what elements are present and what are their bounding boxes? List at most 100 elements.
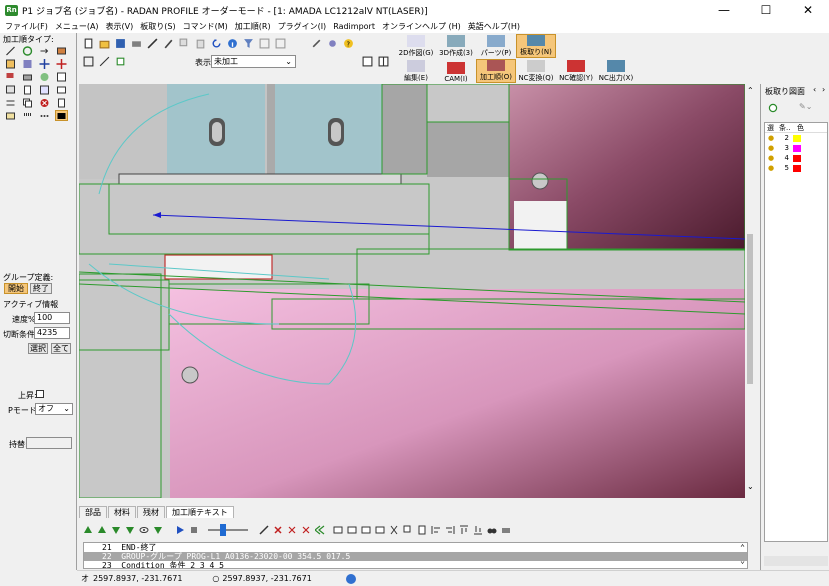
sun-tool-icon[interactable] — [38, 71, 51, 82]
all-button[interactable]: 全て — [51, 343, 71, 354]
menu-command[interactable]: コマンド(M) — [183, 21, 228, 32]
2d-drawing-button[interactable]: 2D作図(G) — [396, 34, 436, 58]
layer-row[interactable]: ● 2 — [765, 133, 827, 143]
layout-icon[interactable] — [361, 55, 374, 67]
move-bottom-icon[interactable] — [124, 524, 136, 536]
tab-material[interactable]: 材料 — [108, 506, 136, 518]
text-line-21[interactable]: 21 END-終了 — [84, 543, 747, 552]
menu-menu[interactable]: メニュー(A) — [55, 21, 99, 32]
new-file-icon[interactable] — [82, 37, 95, 49]
cut-icon[interactable] — [388, 524, 400, 536]
red-cross-tool-icon[interactable] — [55, 58, 68, 69]
list-scroll-up-icon[interactable]: ⌃ — [740, 543, 745, 552]
sequence-text-list[interactable]: 21 END-終了 22 GROUP-グループ PROG-L1 A0136-23… — [83, 542, 748, 569]
flag-tool-icon[interactable] — [4, 71, 17, 82]
display-tool-icon[interactable] — [4, 84, 17, 95]
delete-all-icon[interactable] — [286, 524, 298, 536]
undo-icon[interactable] — [210, 37, 223, 49]
nc-check-button[interactable]: NC確認(Y) — [556, 59, 596, 83]
window-tool-icon[interactable] — [55, 71, 68, 82]
filter-icon[interactable] — [242, 37, 255, 49]
panel-horizontal-scrollbar[interactable] — [764, 556, 828, 566]
rise-checkbox[interactable] — [36, 390, 44, 398]
sun-icon[interactable] — [767, 102, 779, 114]
maximize-button[interactable]: ☐ — [745, 0, 787, 20]
bulb-icon[interactable]: ● — [765, 134, 779, 142]
close-button[interactable]: ✕ — [787, 0, 829, 20]
zoom-fit-icon[interactable] — [82, 55, 95, 67]
binoculars-icon[interactable] — [486, 524, 498, 536]
speed-slider-thumb[interactable] — [220, 524, 226, 536]
align-bottom-icon[interactable] — [472, 524, 484, 536]
tab-remnant[interactable]: 残材 — [137, 506, 165, 518]
sequence-active-tool-icon[interactable] — [55, 110, 68, 121]
menu-nesting[interactable]: 板取り(S) — [140, 21, 175, 32]
move-down-icon[interactable] — [110, 524, 122, 536]
tools-icon[interactable] — [310, 37, 323, 49]
canvas-vertical-scrollbar[interactable]: ⌃ ⌄ — [745, 84, 755, 498]
grid-icon[interactable] — [258, 37, 271, 49]
copy-icon[interactable] — [178, 37, 191, 49]
step-icon[interactable] — [152, 524, 164, 536]
page-tool-icon[interactable] — [21, 84, 34, 95]
tab-sequence-text[interactable]: 加工順テキスト — [166, 506, 234, 518]
report-tool-icon[interactable] — [38, 84, 51, 95]
grid-tool-icon[interactable] — [21, 58, 34, 69]
copy-seq-icon[interactable] — [402, 524, 414, 536]
split-view-icon[interactable] — [377, 55, 390, 67]
dots-tool-icon[interactable] — [38, 110, 51, 121]
menu-radimport[interactable]: Radimport — [333, 22, 375, 31]
3d-create-button[interactable]: 3D作成(3) — [436, 34, 476, 58]
settings-icon[interactable] — [326, 37, 339, 49]
text-line-22[interactable]: 22 GROUP-グループ PROG-L1 A0136-23020-00 354… — [84, 552, 747, 561]
paste-tool-icon[interactable] — [55, 97, 68, 108]
scroll-thumb[interactable] — [747, 234, 753, 384]
pierce-tool-icon[interactable] — [4, 58, 17, 69]
arrow-tool-icon[interactable] — [38, 45, 51, 56]
paste-icon[interactable] — [194, 37, 207, 49]
play-icon[interactable] — [174, 524, 186, 536]
circle-tool-icon[interactable] — [21, 45, 34, 56]
brush-icon[interactable] — [162, 37, 175, 49]
delete-icon[interactable] — [272, 524, 284, 536]
copy-tool-icon[interactable] — [21, 97, 34, 108]
layer-row[interactable]: ● 3 — [765, 143, 827, 153]
sheet-tool-icon[interactable] — [55, 84, 68, 95]
list-scroll-down-icon[interactable]: ⌄ — [740, 556, 745, 565]
scroll-up-icon[interactable]: ⌃ — [747, 86, 754, 95]
nc-output-button[interactable]: NC出力(X) — [596, 59, 636, 83]
cut-condition-input[interactable]: 4235 — [34, 327, 70, 339]
save-icon[interactable] — [114, 37, 127, 49]
menu-plugin[interactable]: プラグイン(I) — [278, 21, 327, 32]
menu-english-help[interactable]: 英語ヘルプ(H) — [468, 21, 520, 32]
quote-tool-icon[interactable] — [21, 110, 34, 121]
tab-parts[interactable]: 部品 — [79, 506, 107, 518]
add-chain-icon[interactable] — [346, 524, 358, 536]
scroll-down-icon[interactable]: ⌄ — [747, 482, 754, 491]
add-text-icon[interactable] — [374, 524, 386, 536]
layer-row[interactable]: ● 5 — [765, 163, 827, 173]
sequence-button[interactable]: 加工順(O) — [476, 59, 516, 83]
align-right-icon[interactable] — [444, 524, 456, 536]
menu-sequence[interactable]: 加工順(R) — [235, 21, 271, 32]
group-end-button[interactable]: 終了 — [30, 283, 52, 294]
menu-file[interactable]: ファイル(F) — [5, 21, 48, 32]
hold-input[interactable] — [26, 437, 72, 449]
pointer-icon[interactable] — [98, 55, 111, 67]
cam-button[interactable]: CAM(I) — [436, 59, 476, 83]
rewind-icon[interactable] — [314, 524, 326, 536]
stop-icon[interactable] — [188, 524, 200, 536]
print-seq-icon[interactable] — [500, 524, 512, 536]
speed-slider[interactable] — [208, 524, 248, 536]
chain-tool-icon[interactable] — [4, 97, 17, 108]
pmode-select[interactable]: オフ ⌄ — [35, 403, 73, 415]
menu-view[interactable]: 表示(V) — [106, 21, 134, 32]
move-top-icon[interactable] — [82, 524, 94, 536]
eye-icon[interactable] — [138, 524, 150, 536]
display-select[interactable]: 未加工 ⌄ — [211, 55, 296, 68]
text-tool-icon[interactable] — [4, 110, 17, 121]
text-line-23[interactable]: 23 Condition 条件 2 3 4 5 — [84, 561, 747, 568]
brush-tool-icon[interactable]: ✎⌄ — [799, 102, 819, 114]
nc-convert-button[interactable]: NC変換(Q) — [516, 59, 556, 83]
help-icon[interactable]: ? — [342, 37, 355, 49]
